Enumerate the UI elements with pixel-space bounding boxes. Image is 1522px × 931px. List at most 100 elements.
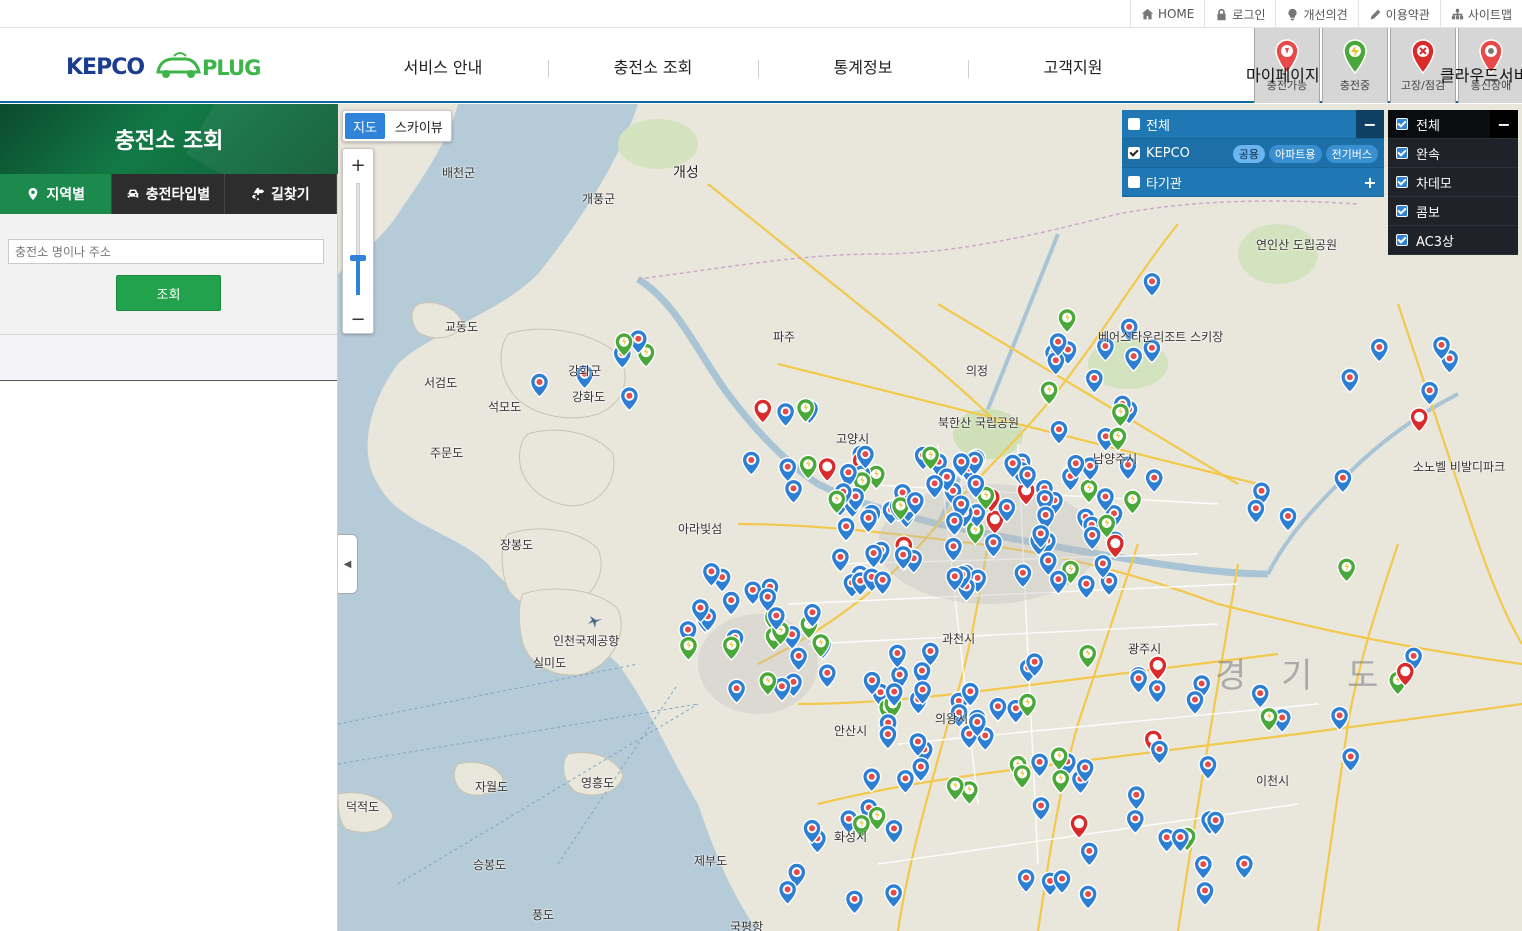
tab-directions[interactable]: 길찾기: [224, 174, 337, 214]
checkbox-slow[interactable]: [1396, 147, 1408, 159]
station-marker[interactable]: [1147, 678, 1167, 704]
station-marker[interactable]: [1029, 752, 1050, 778]
station-marker[interactable]: [983, 532, 1004, 558]
station-marker[interactable]: [753, 398, 773, 424]
station-marker[interactable]: [1039, 380, 1059, 406]
nav-customer-support[interactable]: 고객지원: [968, 28, 1178, 103]
collapse-filter-button[interactable]: −: [1356, 110, 1384, 138]
util-login[interactable]: 로그인: [1204, 0, 1275, 28]
station-marker[interactable]: [1125, 808, 1146, 835]
station-marker[interactable]: [1069, 813, 1089, 839]
filter-other-agency[interactable]: 타기관 +: [1122, 168, 1384, 197]
tab-by-region[interactable]: 지역별: [0, 174, 113, 214]
station-marker[interactable]: [788, 646, 809, 672]
station-marker[interactable]: [726, 678, 747, 704]
checkbox-all-agency[interactable]: [1128, 118, 1140, 130]
station-marker[interactable]: [858, 508, 879, 534]
checkbox-kepco[interactable]: [1128, 147, 1140, 159]
nav-mypage[interactable]: 마이페이지: [1246, 62, 1320, 86]
station-marker[interactable]: [1246, 498, 1266, 524]
station-marker[interactable]: [887, 643, 908, 669]
station-marker[interactable]: [1049, 419, 1069, 445]
station-marker[interactable]: [1016, 867, 1036, 894]
station-marker[interactable]: [1198, 754, 1218, 781]
checkbox-ac3[interactable]: [1396, 234, 1408, 246]
station-marker[interactable]: [721, 635, 742, 661]
station-marker[interactable]: [741, 450, 761, 476]
station-marker[interactable]: [1148, 655, 1168, 681]
station-search-input[interactable]: [8, 239, 324, 264]
chip-public[interactable]: 공용: [1232, 145, 1266, 163]
nav-cloud-service[interactable]: 클라우드서비: [1440, 62, 1522, 86]
station-marker[interactable]: [1057, 307, 1077, 334]
station-marker[interactable]: [1340, 367, 1360, 393]
util-home[interactable]: HOME: [1129, 0, 1204, 28]
station-marker[interactable]: [1082, 525, 1102, 551]
station-marker[interactable]: [872, 570, 893, 596]
tab-by-charger-type[interactable]: 충전타입별: [112, 174, 225, 214]
filter-all[interactable]: 전체 −: [1122, 110, 1384, 139]
station-marker[interactable]: [1126, 785, 1147, 811]
station-marker[interactable]: [943, 536, 964, 562]
collapse-charger-filter-button[interactable]: −: [1490, 110, 1518, 138]
nav-statistics[interactable]: 통계정보: [758, 28, 968, 103]
station-marker[interactable]: [836, 516, 856, 542]
station-marker[interactable]: [867, 805, 887, 831]
station-marker[interactable]: [1031, 795, 1051, 822]
station-marker[interactable]: [862, 767, 882, 793]
station-marker[interactable]: [844, 889, 865, 915]
station-marker[interactable]: [1149, 739, 1170, 765]
station-marker[interactable]: [1419, 380, 1440, 406]
station-marker[interactable]: [1333, 468, 1353, 494]
map-type-normal[interactable]: 지도: [345, 113, 385, 139]
station-marker[interactable]: [1078, 884, 1098, 910]
station-marker[interactable]: [783, 478, 804, 505]
map-view[interactable]: 경 기 도 개성 배천군 개풍군 교동도 강화군 강화도 서검도 석모도 주문도 파주 고양시 의정 북…: [338, 104, 1522, 931]
station-marker[interactable]: [678, 635, 699, 662]
filter-kepco[interactable]: KEPCO 공용 아파트용 전기버스: [1122, 139, 1384, 168]
station-marker[interactable]: [924, 473, 945, 500]
station-marker[interactable]: [1123, 346, 1144, 372]
zoom-slider-handle[interactable]: [350, 255, 366, 261]
station-marker[interactable]: [1012, 763, 1032, 790]
station-marker[interactable]: [817, 456, 837, 483]
charger-filter-slow[interactable]: 완속: [1388, 139, 1518, 168]
station-marker[interactable]: [1185, 689, 1205, 716]
station-marker[interactable]: [1409, 407, 1429, 433]
expand-other-button[interactable]: +: [1356, 168, 1384, 196]
station-marker[interactable]: [721, 590, 741, 616]
station-marker[interactable]: [1142, 271, 1162, 298]
station-marker[interactable]: [798, 454, 818, 480]
charger-filter-combo[interactable]: 콤보: [1388, 197, 1518, 226]
station-marker[interactable]: [1079, 841, 1100, 867]
station-marker[interactable]: [883, 882, 904, 909]
station-marker[interactable]: [1329, 705, 1350, 732]
station-marker[interactable]: [619, 386, 640, 412]
station-marker[interactable]: [1110, 402, 1131, 428]
util-feedback[interactable]: 개선의견: [1275, 0, 1357, 28]
station-marker[interactable]: [1195, 880, 1215, 907]
station-marker[interactable]: [817, 663, 837, 689]
station-marker[interactable]: [988, 696, 1008, 722]
util-sitemap[interactable]: 사이트맵: [1439, 0, 1522, 28]
checkbox-charger-all[interactable]: [1396, 118, 1408, 130]
station-marker[interactable]: [1193, 854, 1214, 880]
sidebar-collapse-toggle[interactable]: ◀: [338, 534, 358, 594]
station-marker[interactable]: [777, 879, 798, 906]
chip-ebus[interactable]: 전기버스: [1325, 145, 1378, 163]
station-marker[interactable]: [1278, 506, 1298, 532]
station-marker[interactable]: [1077, 643, 1098, 669]
charger-filter-ac3[interactable]: AC3상: [1388, 226, 1518, 255]
charger-filter-chademo[interactable]: 차데모: [1388, 168, 1518, 197]
station-marker[interactable]: [1048, 569, 1069, 595]
map-type-skyview[interactable]: 스카이뷰: [387, 111, 451, 141]
station-marker[interactable]: [1259, 706, 1279, 733]
station-marker[interactable]: [1336, 557, 1357, 583]
nav-station-search[interactable]: 충전소 조회: [548, 28, 758, 103]
station-marker[interactable]: [1144, 467, 1164, 494]
zoom-out-button[interactable]: −: [343, 305, 373, 333]
station-marker[interactable]: [775, 401, 796, 428]
nav-service-guide[interactable]: 서비스 안내: [338, 28, 548, 103]
station-marker[interactable]: [1122, 489, 1143, 515]
station-marker[interactable]: [529, 372, 550, 398]
